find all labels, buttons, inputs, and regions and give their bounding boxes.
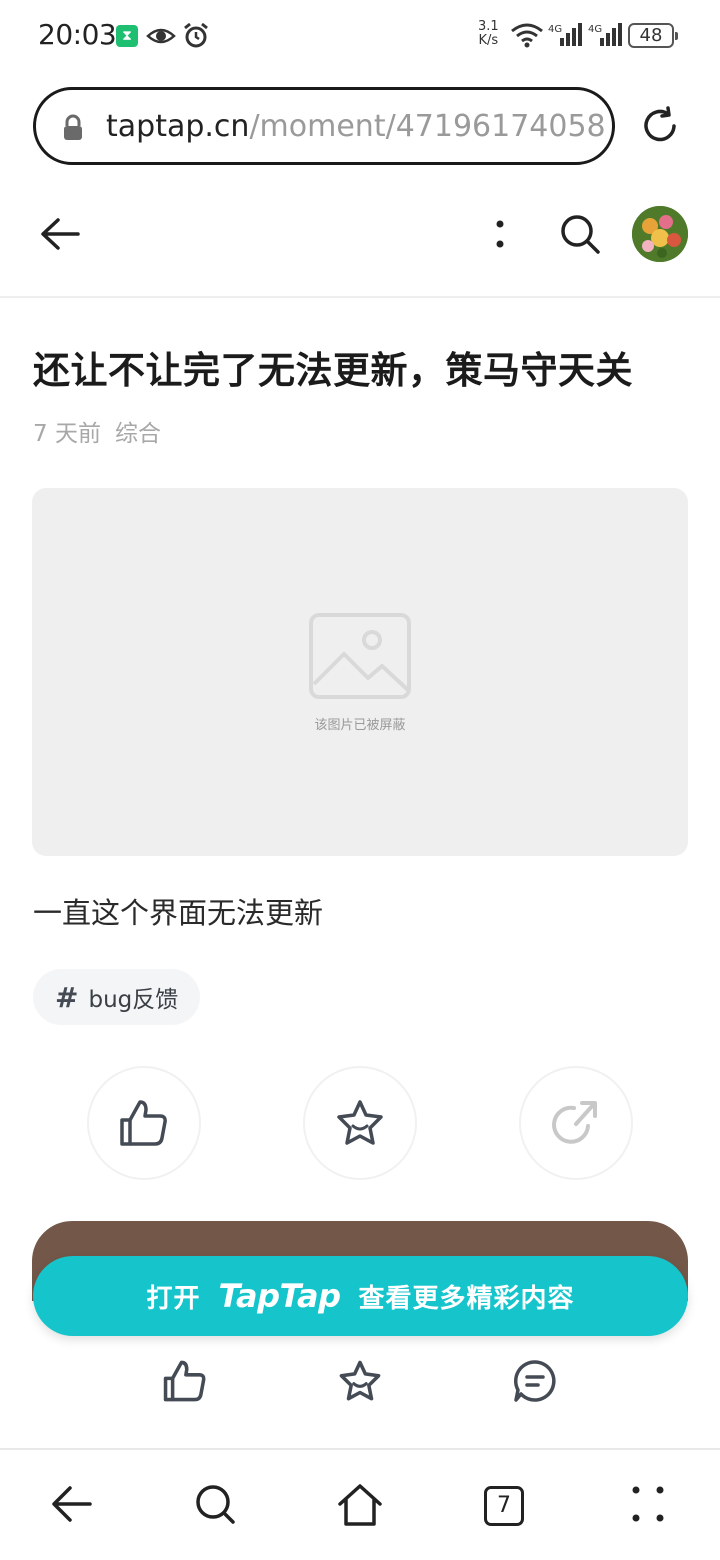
post-category[interactable]: 综合 <box>115 421 161 447</box>
status-time: 20:03 <box>38 18 117 51</box>
thumbs-up-icon <box>120 1100 167 1146</box>
blocked-image[interactable]: 该图片已被屏蔽 <box>32 488 688 856</box>
url-bar[interactable]: taptap.cn/moment/471961740582 <box>33 87 615 165</box>
image-caption: 该图片已被屏蔽 <box>314 718 406 733</box>
bottom-star-icon[interactable] <box>337 1358 383 1404</box>
signal-icon-2: 4G <box>588 23 622 46</box>
open-app-banner[interactable]: 打开 TapTap 查看更多精彩内容 <box>33 1256 688 1336</box>
url-host: taptap.cn <box>106 109 250 144</box>
tag-label: bug反馈 <box>88 987 179 1013</box>
tag-chip[interactable]: # bug反馈 <box>33 969 201 1025</box>
star-icon <box>337 1100 383 1145</box>
signal-icon: 4G <box>548 23 582 46</box>
wifi-icon <box>511 23 543 48</box>
alarm-icon <box>184 22 208 48</box>
browser-nav-bar: 7 <box>0 1448 720 1560</box>
nav-back-icon[interactable] <box>50 1480 94 1528</box>
share-button[interactable] <box>519 1066 633 1180</box>
sim2-label: 4G <box>588 24 602 35</box>
hash-icon: # <box>55 980 79 1014</box>
banner-cta-text: 查看更多精彩内容 <box>358 1283 575 1314</box>
url-text[interactable]: taptap.cn/moment/471961740582 <box>106 109 606 144</box>
nav-home-icon[interactable] <box>336 1480 384 1528</box>
search-icon[interactable] <box>558 212 602 256</box>
nav-menu-icon[interactable] <box>628 1480 668 1528</box>
eye-icon <box>146 28 176 44</box>
banner-open-text: 打开 <box>146 1283 201 1314</box>
post-time: 7 天前 <box>33 421 101 447</box>
avatar[interactable] <box>632 206 688 262</box>
taptap-logo: TapTap <box>218 1277 341 1315</box>
url-path: /moment/471961740582 <box>249 109 606 144</box>
avatar-image <box>632 206 688 262</box>
post-body: 一直这个界面无法更新 <box>33 896 324 930</box>
battery-icon: 48 <box>628 23 678 48</box>
favorite-button[interactable] <box>303 1066 417 1180</box>
post-meta: 7 天前 综合 <box>33 414 161 448</box>
post-title: 还让不让完了无法更新，策马守天关 <box>33 349 633 392</box>
status-bar: 20:03 ⧗ 3.1 K/s 4G 4G 48 <box>0 0 720 72</box>
nav-search-icon[interactable] <box>194 1480 238 1528</box>
more-vertical-icon[interactable] <box>490 218 510 250</box>
bottom-like-icon[interactable] <box>162 1358 208 1404</box>
tabs-button[interactable]: 7 <box>484 1486 524 1526</box>
network-speed: 3.1 K/s <box>478 19 499 48</box>
hourglass-icon: ⧗ <box>116 25 138 47</box>
like-button[interactable] <box>87 1066 201 1180</box>
app-header <box>0 190 720 298</box>
sim1-label: 4G <box>548 24 562 35</box>
reload-icon[interactable] <box>638 104 682 148</box>
share-icon <box>552 1101 597 1144</box>
back-arrow-icon[interactable] <box>38 214 82 254</box>
lock-icon <box>64 114 82 140</box>
comment-icon[interactable] <box>512 1358 558 1404</box>
image-icon <box>309 613 411 699</box>
